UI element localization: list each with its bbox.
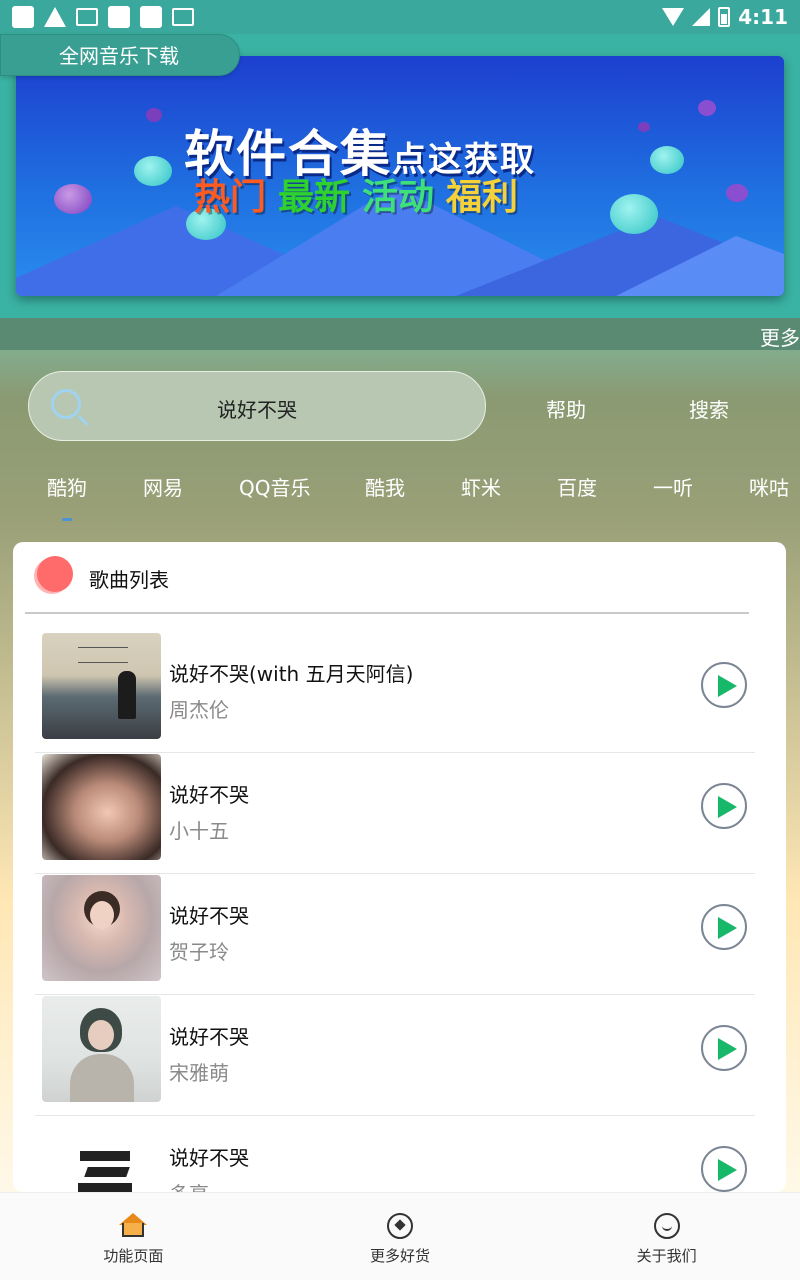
song-row[interactable]: 说好不哭 宋雅萌 <box>35 995 755 1116</box>
help-button[interactable]: 帮助 <box>546 394 586 423</box>
notification-icon <box>12 6 34 28</box>
song-list-icon <box>37 556 73 592</box>
marquee-band: 更多 <box>0 318 800 350</box>
song-artist: 周杰伦 <box>169 698 229 722</box>
tab-kuwo[interactable]: 酷我 <box>365 472 405 501</box>
tab-xiami[interactable]: 虾米 <box>461 472 501 501</box>
song-list-title: 歌曲列表 <box>89 568 169 592</box>
album-cover <box>42 1117 161 1192</box>
banner-bubble <box>146 108 162 122</box>
song-row[interactable]: 说好不哭 多亮 <box>35 1116 755 1192</box>
divider <box>25 612 749 614</box>
song-title: 说好不哭 <box>169 904 249 928</box>
bottom-nav: 功能页面 更多好货 关于我们 <box>0 1192 800 1280</box>
song-list: 说好不哭(with 五月天阿信) 周杰伦 说好不哭 小十五 说好不哭 贺子玲 说… <box>13 632 786 1192</box>
top-area: 全网音乐下载 软件合集点这获取 热门 最新 活动 福利 <box>0 34 800 318</box>
song-artist: 贺子玲 <box>169 940 229 964</box>
tab-kugou[interactable]: 酷狗 <box>47 472 87 501</box>
song-artist: 宋雅萌 <box>169 1061 229 1085</box>
notification-icon <box>140 6 162 28</box>
album-cover <box>42 875 161 981</box>
song-title: 说好不哭 <box>169 1146 249 1170</box>
banner-bubble <box>650 146 684 174</box>
play-button[interactable] <box>701 783 747 829</box>
nav-label: 功能页面 <box>103 1247 164 1265</box>
status-time: 4:11 <box>738 5 788 29</box>
song-row[interactable]: 说好不哭 小十五 <box>35 753 755 874</box>
song-artist: 多亮 <box>169 1178 209 1192</box>
banner-subtitle: 热门 最新 活动 福利 <box>194 168 530 220</box>
tab-qqmusic[interactable]: QQ音乐 <box>239 472 310 501</box>
search-input-value: 说好不哭 <box>217 398 297 422</box>
nav-label: 关于我们 <box>636 1247 697 1265</box>
app-title: 全网音乐下载 <box>0 34 240 76</box>
song-title: 说好不哭(with 五月天阿信) <box>169 662 414 686</box>
image-icon <box>76 8 98 26</box>
tab-indicator <box>62 518 72 521</box>
home-icon <box>119 1213 148 1237</box>
search-button[interactable]: 搜索 <box>689 394 729 423</box>
song-row[interactable]: 说好不哭(with 五月天阿信) 周杰伦 <box>35 632 755 753</box>
warning-icon <box>44 7 66 27</box>
tab-yiting[interactable]: 一听 <box>653 472 693 501</box>
banner-bubble <box>726 184 748 202</box>
banner-bubble <box>638 122 650 132</box>
nav-about-us[interactable]: 关于我们 <box>533 1193 800 1280</box>
play-button[interactable] <box>701 904 747 950</box>
song-artist: 小十五 <box>169 819 229 843</box>
app-notification-icon <box>172 8 194 26</box>
album-cover <box>42 633 161 739</box>
song-list-card: 歌曲列表 说好不哭(with 五月天阿信) 周杰伦 说好不哭 小十五 说好不哭 … <box>13 542 786 1192</box>
play-button[interactable] <box>701 1025 747 1071</box>
compass-icon <box>387 1213 413 1239</box>
banner-bubble <box>698 100 716 116</box>
song-row[interactable]: 说好不哭 贺子玲 <box>35 874 755 995</box>
banner-word: 福利 <box>446 177 519 218</box>
smile-icon <box>653 1213 680 1239</box>
banner-bubble <box>610 194 658 234</box>
tab-baidu[interactable]: 百度 <box>557 472 597 501</box>
tab-migu[interactable]: 咪咕 <box>749 472 789 501</box>
platform-tabs: 酷狗 网易 QQ音乐 酷我 虾米 百度 一听 咪咕 <box>0 472 800 502</box>
wifi-icon <box>662 8 685 26</box>
album-cover <box>42 754 161 860</box>
nav-more-goods[interactable]: 更多好货 <box>267 1193 534 1280</box>
nav-label: 更多好货 <box>370 1247 431 1265</box>
status-bar: 4:11 <box>0 0 800 34</box>
play-button[interactable] <box>701 662 747 708</box>
song-title: 说好不哭 <box>169 783 249 807</box>
notification-icon <box>108 6 130 28</box>
promo-banner[interactable]: 软件合集点这获取 热门 最新 活动 福利 <box>16 56 784 296</box>
play-button[interactable] <box>701 1146 747 1192</box>
banner-word: 活动 <box>362 177 435 218</box>
search-input[interactable]: 说好不哭 <box>28 371 486 441</box>
signal-icon <box>692 8 711 26</box>
banner-word: 最新 <box>278 177 351 218</box>
marquee-text[interactable]: 更多 <box>760 322 800 351</box>
song-title: 说好不哭 <box>169 1025 249 1049</box>
banner-bubble <box>54 184 92 214</box>
banner-bubble <box>134 156 172 186</box>
nav-functions[interactable]: 功能页面 <box>0 1193 267 1280</box>
tab-netease[interactable]: 网易 <box>143 472 183 501</box>
album-cover <box>42 996 161 1102</box>
banner-mountain <box>616 236 784 296</box>
banner-word: 热门 <box>194 177 267 218</box>
battery-icon <box>718 7 731 27</box>
